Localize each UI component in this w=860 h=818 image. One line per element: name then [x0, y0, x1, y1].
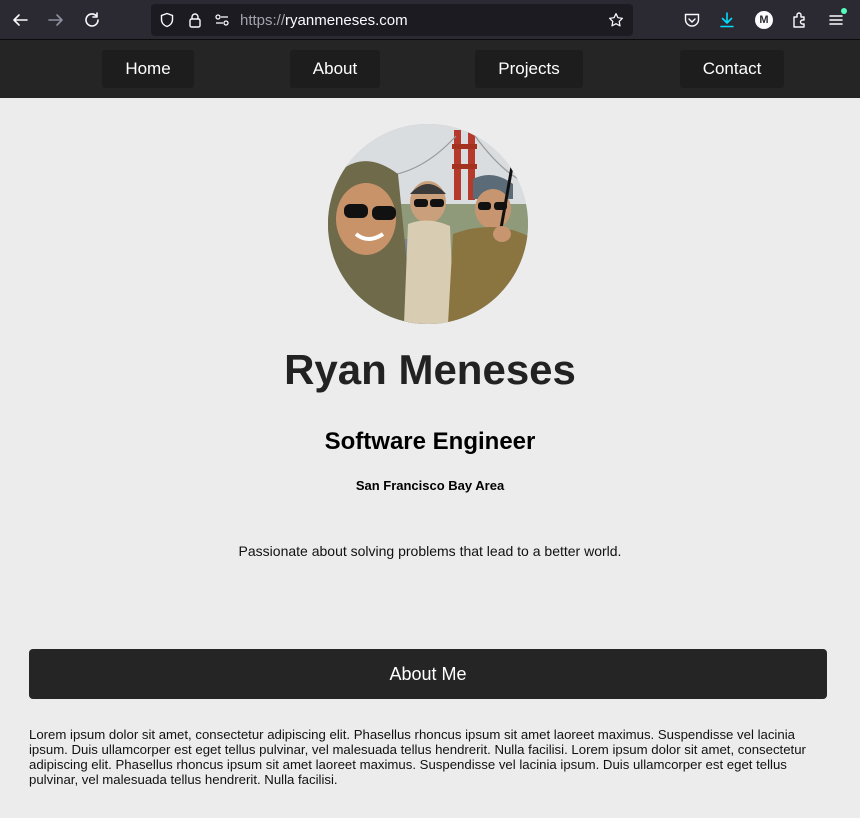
lock-icon[interactable] [187, 12, 203, 28]
url-scheme: https:// [240, 12, 286, 29]
browser-toolbar: https://ryanmeneses.com M [0, 0, 860, 40]
nav-projects[interactable]: Projects [475, 50, 583, 88]
permissions-icon[interactable] [214, 12, 230, 28]
url-text[interactable]: https://ryanmeneses.com [240, 12, 408, 29]
tracking-shield-icon[interactable] [159, 12, 175, 28]
profile-location: San Francisco Bay Area [355, 478, 505, 493]
pocket-icon[interactable] [682, 10, 702, 30]
about-heading: About Me [29, 649, 827, 699]
app-menu-icon[interactable] [826, 8, 847, 30]
url-host: ryanmeneses.com [285, 12, 408, 29]
reload-icon[interactable] [80, 8, 104, 32]
site-nav: Home About Projects Contact [0, 40, 860, 98]
downloads-icon[interactable] [717, 10, 737, 30]
extensions-icon[interactable] [790, 10, 810, 30]
back-icon[interactable] [8, 8, 32, 32]
account-avatar-icon[interactable]: M [754, 10, 774, 30]
nav-contact[interactable]: Contact [680, 50, 784, 88]
profile-name: Ryan Meneses [284, 346, 576, 393]
nav-home[interactable]: Home [102, 50, 194, 88]
profile-tagline: Passionate about solving problems that l… [238, 543, 622, 559]
forward-icon[interactable] [44, 8, 68, 32]
account-initial: M [755, 11, 773, 29]
profile-photo-illustration [328, 124, 528, 324]
nav-about[interactable]: About [290, 50, 380, 88]
profile-title: Software Engineer [324, 428, 536, 455]
bookmark-star-icon[interactable] [608, 12, 624, 28]
update-dot-icon [841, 8, 847, 14]
about-body-text: Lorem ipsum dolor sit amet, consectetur … [29, 727, 806, 787]
profile-photo [328, 124, 528, 324]
url-bar[interactable]: https://ryanmeneses.com [151, 4, 633, 36]
